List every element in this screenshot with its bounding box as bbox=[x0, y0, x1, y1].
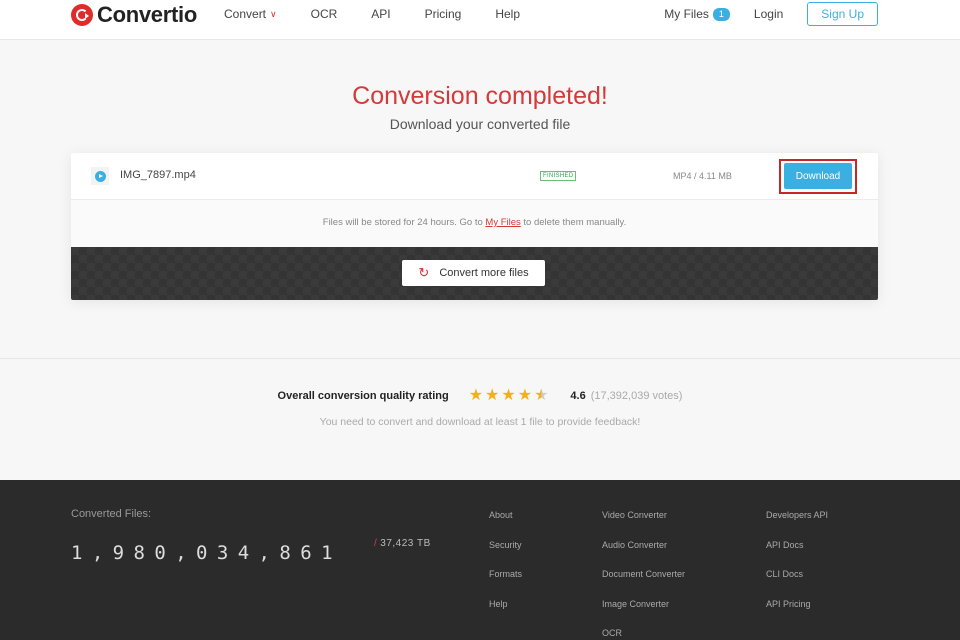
nav-pricing[interactable]: Pricing bbox=[425, 7, 462, 21]
rating-row: Overall conversion quality rating ★ ★ ★ … bbox=[0, 387, 960, 404]
footer-link-audio-converter[interactable]: Audio Converter bbox=[602, 540, 685, 570]
nav-pricing-label: Pricing bbox=[424, 7, 462, 21]
play-icon bbox=[91, 167, 109, 185]
footer-link-api-pricing[interactable]: API Pricing bbox=[766, 599, 828, 629]
footer-link-security[interactable]: Security bbox=[489, 540, 522, 570]
convert-more-band: ↻ Convert more files bbox=[71, 247, 878, 300]
footer-column-converters: Video Converter Audio Converter Document… bbox=[602, 510, 685, 640]
download-button[interactable]: Download bbox=[784, 163, 852, 189]
nav-api[interactable]: API bbox=[371, 7, 390, 21]
file-row: IMG_7897.mp4 FINISHED MP4 / 4.11 MB Down… bbox=[71, 153, 878, 200]
footer-link-document-converter[interactable]: Document Converter bbox=[602, 569, 685, 599]
nav-ocr[interactable]: OCR bbox=[311, 7, 338, 21]
top-header: Convertio Convert ∨ OCR API Pricing Help… bbox=[0, 0, 960, 40]
star-icon: ★ bbox=[468, 387, 484, 404]
convert-more-button[interactable]: ↻ Convert more files bbox=[402, 260, 545, 286]
footer-link-cli-docs[interactable]: CLI Docs bbox=[766, 569, 828, 599]
nav-help-label: Help bbox=[495, 7, 521, 21]
storage-note-text-end: to delete them manually. bbox=[520, 217, 627, 228]
page-title: Conversion completed! bbox=[352, 82, 608, 110]
storage-note: Files will be stored for 24 hours. Go to… bbox=[71, 200, 878, 247]
login-link[interactable]: Login bbox=[754, 7, 783, 21]
status-badge: FINISHED bbox=[540, 171, 577, 181]
rating-value: 4.6 bbox=[570, 390, 586, 402]
footer-link-about[interactable]: About bbox=[489, 510, 522, 540]
footer-link-ocr[interactable]: OCR bbox=[602, 628, 685, 640]
star-icon: ★ bbox=[517, 387, 533, 404]
file-meta: MP4 / 4.11 MB bbox=[673, 171, 732, 181]
convert-more-label: Convert more files bbox=[439, 267, 529, 279]
star-icon: ★ bbox=[501, 387, 516, 404]
rating-votes: (17,392,039 votes) bbox=[590, 390, 683, 402]
rating-label: Overall conversion quality rating bbox=[277, 390, 449, 402]
footer-link-developers-api[interactable]: Developers API bbox=[766, 510, 828, 540]
footer-link-video-converter[interactable]: Video Converter bbox=[602, 510, 685, 540]
nav-convert[interactable]: Convert ∨ bbox=[224, 7, 277, 21]
my-files-link[interactable]: My Files 1 bbox=[664, 7, 730, 21]
converted-files-count: 1,980,034,861 bbox=[71, 542, 342, 564]
section-divider bbox=[0, 358, 960, 359]
converted-files-label: Converted Files: bbox=[71, 508, 152, 520]
convertio-logo-icon bbox=[71, 4, 93, 26]
feedback-note: You need to convert and download at leas… bbox=[319, 416, 641, 428]
conversion-card: IMG_7897.mp4 FINISHED MP4 / 4.11 MB Down… bbox=[71, 153, 878, 300]
file-name: IMG_7897.mp4 bbox=[120, 169, 196, 181]
footer-column-api: Developers API API Docs CLI Docs API Pri… bbox=[766, 510, 828, 628]
star-half-icon: ★ bbox=[534, 387, 549, 404]
my-files-label: My Files bbox=[664, 7, 709, 21]
footer-column-company: About Security Formats Help bbox=[489, 510, 522, 628]
size-value: 37,423 TB bbox=[380, 538, 431, 549]
account-nav: My Files 1 Login Sign Up bbox=[664, 2, 878, 26]
size-slash: / bbox=[374, 538, 378, 549]
nav-ocr-label: OCR bbox=[310, 7, 338, 21]
refresh-icon: ↻ bbox=[418, 265, 430, 280]
logo-text: Convertio bbox=[97, 2, 197, 27]
footer-link-formats[interactable]: Formats bbox=[489, 569, 522, 599]
rating-stars: ★ ★ ★ ★ ★ bbox=[468, 387, 551, 404]
signup-button[interactable]: Sign Up bbox=[807, 2, 878, 26]
nav-convert-label: Convert bbox=[224, 7, 267, 21]
nav-api-label: API bbox=[371, 7, 391, 21]
chevron-down-icon: ∨ bbox=[270, 8, 277, 19]
footer-link-api-docs[interactable]: API Docs bbox=[766, 540, 828, 570]
main-nav: Convert ∨ OCR API Pricing Help bbox=[224, 0, 554, 28]
nav-help[interactable]: Help bbox=[495, 7, 520, 21]
footer: Converted Files: 1,980,034,861 /37,423 T… bbox=[0, 480, 960, 640]
my-files-note-link[interactable]: My Files bbox=[485, 217, 520, 228]
footer-link-image-converter[interactable]: Image Converter bbox=[602, 599, 685, 629]
page-subtitle: Download your converted file bbox=[389, 116, 571, 132]
my-files-count-badge: 1 bbox=[712, 7, 730, 21]
star-icon: ★ bbox=[485, 387, 500, 404]
storage-note-text: Files will be stored for 24 hours. Go to bbox=[322, 217, 486, 228]
converted-size: /37,423 TB bbox=[374, 538, 431, 549]
footer-link-help[interactable]: Help bbox=[489, 599, 522, 629]
logo[interactable]: Convertio bbox=[71, 2, 197, 28]
